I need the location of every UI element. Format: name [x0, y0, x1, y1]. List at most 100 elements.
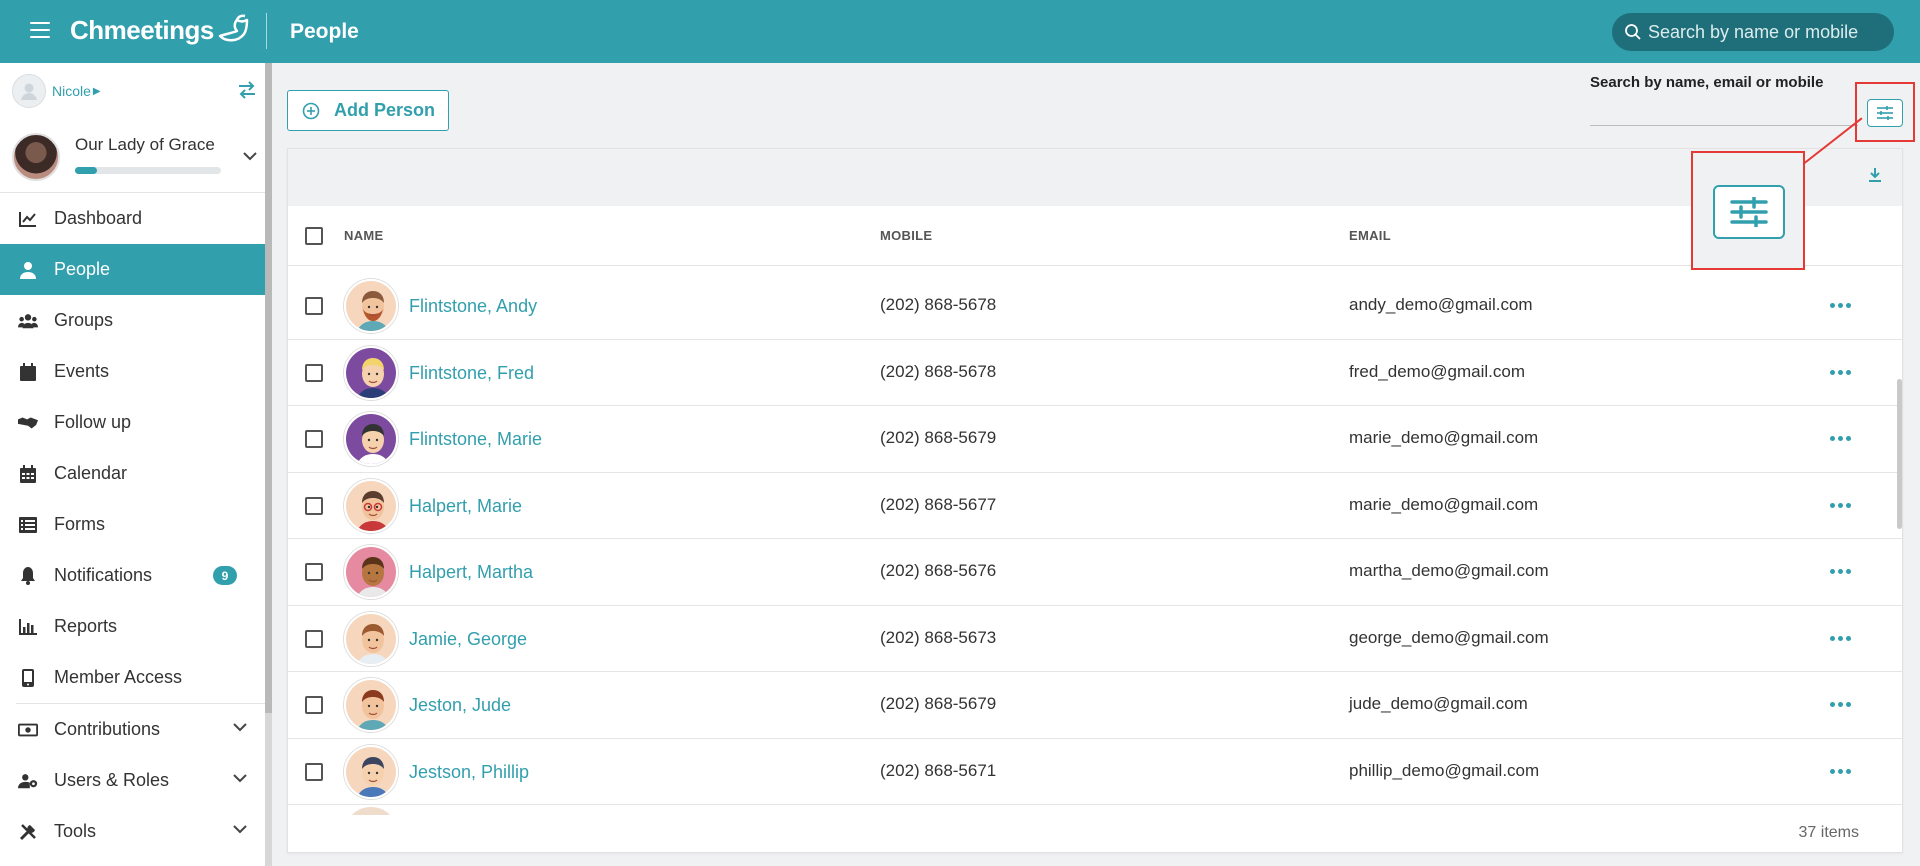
sidebar-item-contributions[interactable]: Contributions	[0, 704, 265, 755]
person-mobile: (202) 868-5678	[880, 295, 997, 314]
person-email: martha_demo@gmail.com	[1349, 561, 1549, 580]
sidebar-item-reports[interactable]: Reports	[0, 601, 265, 652]
sidebar-item-label: Groups	[54, 310, 114, 330]
table-row[interactable]: Flintstone, Fred (202) 868-5678 fred_demo@…	[288, 340, 1902, 406]
row-checkbox[interactable]	[305, 496, 323, 515]
avatar[interactable]	[344, 478, 398, 533]
table-row[interactable]: Halpert, Marie (202) 868-5677 marie_demo@g…	[288, 473, 1902, 539]
plus-circle-icon	[302, 102, 320, 120]
table-row-partial	[288, 805, 1902, 815]
app-logo[interactable]: Chmeetings	[70, 14, 252, 46]
church-selector[interactable]: Our Lady of Grace	[12, 133, 257, 189]
row-checkbox[interactable]	[305, 430, 323, 448]
person-icon	[18, 260, 38, 280]
chevron-down-icon	[233, 774, 247, 783]
avatar[interactable]	[344, 545, 398, 599]
column-header-email[interactable]: EMAIL	[1349, 228, 1391, 243]
row-checkbox[interactable]	[305, 629, 323, 648]
sidebar-item-people[interactable]: People	[0, 244, 265, 295]
avatar[interactable]	[344, 279, 398, 333]
chevron-down-icon	[233, 825, 247, 834]
more-options-icon[interactable]	[1830, 436, 1851, 441]
more-options-icon[interactable]	[1830, 369, 1851, 375]
sidebar-scrollbar-thumb[interactable]	[265, 63, 272, 713]
table-row[interactable]: Jestson, Phillip (202) 868-5671 phillip_de…	[288, 739, 1902, 805]
sidebar-item-groups[interactable]: Groups	[0, 295, 265, 346]
add-person-button[interactable]: Add Person	[287, 90, 449, 131]
chart-line-icon	[18, 209, 38, 229]
avatar[interactable]	[344, 611, 398, 666]
sidebar-item-events[interactable]: Events	[0, 346, 265, 397]
switch-arrows-icon[interactable]	[237, 81, 257, 99]
person-mobile: (202) 868-5673	[880, 627, 997, 647]
sidebar-item-calendar[interactable]: Calendar	[0, 448, 265, 499]
person-mobile: (202) 868-5677	[880, 494, 997, 514]
more-options-icon[interactable]	[1830, 303, 1851, 308]
top-bar: Chmeetings People	[0, 0, 1920, 63]
table-row[interactable]: Flintstone, Andy (202) 868-5678 andy_demo@…	[288, 273, 1902, 340]
row-checkbox[interactable]	[305, 297, 323, 315]
sidebar-item-label: Calendar	[54, 463, 128, 483]
more-options-icon[interactable]	[1830, 702, 1851, 707]
row-checkbox[interactable]	[305, 563, 323, 581]
more-options-icon[interactable]	[1830, 635, 1851, 641]
sidebar-item-label: People	[54, 259, 111, 279]
column-header-name[interactable]: NAME	[344, 228, 383, 243]
sidebar-item-tools[interactable]: Tools	[0, 806, 265, 857]
user-switcher[interactable]: Nicole ▶	[12, 73, 257, 109]
person-name-link[interactable]: Jestson, Phillip	[409, 762, 529, 783]
bar-chart-icon	[18, 617, 38, 637]
select-all-checkbox[interactable]	[305, 227, 323, 245]
avatar[interactable]	[344, 744, 398, 799]
person-name-link[interactable]: Jeston, Jude	[409, 695, 511, 716]
more-options-icon[interactable]	[1830, 502, 1851, 508]
column-header-mobile[interactable]: MOBILE	[880, 228, 932, 243]
download-icon[interactable]	[1868, 167, 1882, 183]
tools-icon	[18, 822, 38, 842]
person-name-link[interactable]: Flintstone, Marie	[409, 429, 542, 450]
person-mobile: (202) 868-5679	[880, 694, 997, 713]
global-search[interactable]	[1612, 13, 1894, 51]
person-placeholder-icon	[21, 83, 37, 100]
sidebar-item-notifications[interactable]: Notifications 9	[0, 550, 265, 601]
sidebar-item-label: Tools	[54, 821, 97, 841]
person-name-link[interactable]: Halpert, Marie	[409, 496, 522, 517]
table-row[interactable]: Flintstone, Marie (202) 868-5679 marie_dem…	[288, 406, 1902, 473]
chevron-down-icon[interactable]	[243, 151, 257, 161]
table-body: Flintstone, Andy (202) 868-5678 andy_demo@…	[288, 273, 1902, 815]
global-search-input[interactable]	[1648, 21, 1878, 43]
person-email: phillip_demo@gmail.com	[1349, 760, 1540, 780]
user-name[interactable]: Nicole	[52, 83, 91, 99]
person-email: andy_demo@gmail.com	[1349, 295, 1533, 314]
person-name-link[interactable]: Flintstone, Andy	[409, 296, 537, 317]
table-row[interactable]: Jeston, Jude (202) 868-5679 jude_demo@gmai…	[288, 672, 1902, 739]
avatar[interactable]	[344, 678, 398, 732]
people-search-input[interactable]	[1590, 125, 1858, 126]
table-row[interactable]: Halpert, Martha (202) 868-5676 martha_demo…	[288, 539, 1902, 606]
sidebar-item-forms[interactable]: Forms	[0, 499, 265, 550]
avatar[interactable]	[344, 345, 398, 400]
logo-bird-icon	[218, 14, 249, 42]
page-title: People	[290, 20, 359, 43]
header-divider	[266, 13, 267, 49]
row-checkbox[interactable]	[305, 696, 323, 714]
sidebar-item-users-roles[interactable]: Users & Roles	[0, 755, 265, 806]
menu-icon[interactable]	[30, 22, 50, 38]
person-name-link[interactable]: Halpert, Martha	[409, 562, 533, 583]
avatar[interactable]	[344, 412, 398, 466]
church-progress-fill	[75, 167, 97, 174]
chevron-down-icon	[233, 723, 247, 732]
sidebar-item-dashboard[interactable]: Dashboard	[0, 193, 265, 244]
more-options-icon[interactable]	[1830, 768, 1851, 774]
table-scrollbar-thumb[interactable]	[1897, 379, 1902, 529]
row-checkbox[interactable]	[305, 762, 323, 781]
sidebar-item-follow-up[interactable]: Follow up	[0, 397, 265, 448]
person-name-link[interactable]: Flintstone, Fred	[409, 363, 534, 384]
table-row[interactable]: Jamie, George (202) 868-5673 george_demo@g…	[288, 606, 1902, 672]
users-cog-icon	[18, 771, 38, 791]
sidebar-item-member-access[interactable]: Member Access	[0, 652, 265, 703]
more-options-icon[interactable]	[1830, 569, 1851, 574]
row-checkbox[interactable]	[305, 363, 323, 382]
person-mobile: (202) 868-5678	[880, 361, 997, 381]
person-name-link[interactable]: Jamie, George	[409, 629, 527, 650]
